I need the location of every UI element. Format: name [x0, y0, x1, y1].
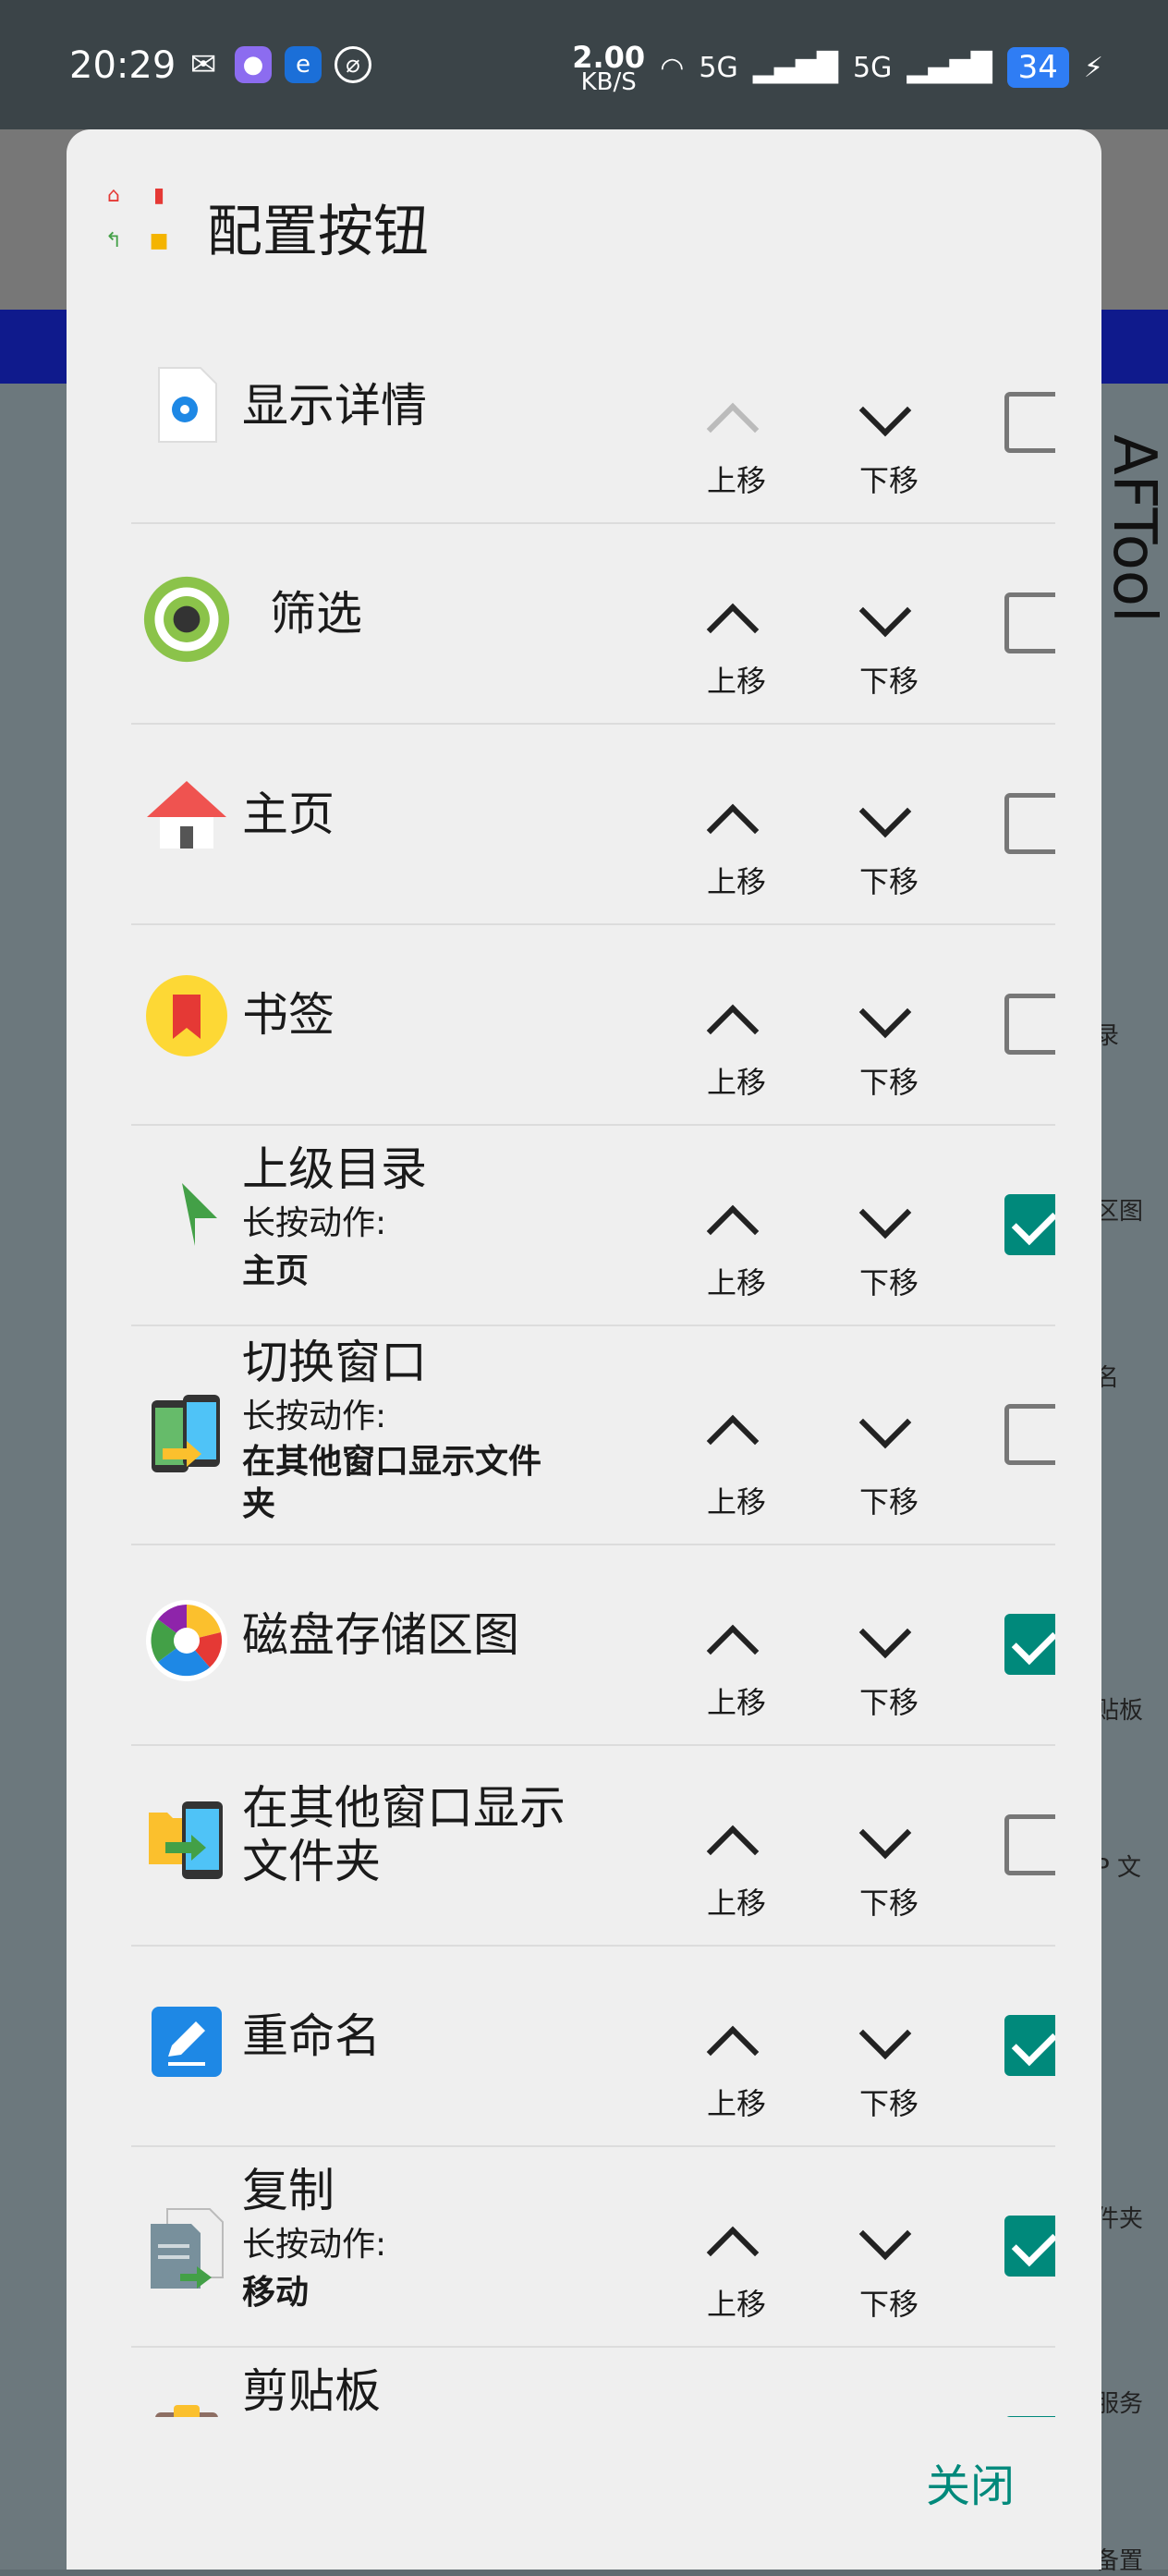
row-title: 复制 — [242, 2164, 335, 2217]
move-down-button[interactable]: 下移 — [843, 780, 935, 899]
home-icon — [142, 771, 231, 860]
move-up-button[interactable]: 上移 — [690, 2002, 783, 2121]
row-title: 筛选 — [270, 587, 362, 641]
checkbox[interactable] — [1004, 1194, 1055, 1255]
signal-5g-icon: 5G — [699, 51, 738, 84]
status-time: 20:29 — [69, 44, 176, 87]
move-up-button[interactable]: 上移 — [690, 981, 783, 1100]
move-up-button[interactable]: 上移 — [690, 1601, 783, 1720]
app-notification-icon: ● — [235, 46, 272, 83]
long-press-action: 长按动作: 在其他窗口显示文件夹 — [242, 1398, 542, 1523]
dialog-icon: ⌂ ▮ ↰ ■ — [104, 183, 169, 252]
signal-5g-icon-2: 5G — [853, 51, 893, 84]
row-title: 剪贴板 — [242, 2364, 381, 2417]
list-item: 磁盘存储区图 上移 下移 — [131, 1545, 1055, 1746]
list-item: 切换窗口 长按动作: 在其他窗口显示文件夹 上移 下移 — [131, 1326, 1055, 1545]
checkbox[interactable] — [1004, 1614, 1055, 1675]
move-down-button[interactable]: 下移 — [843, 2203, 935, 2322]
move-up-button[interactable]: 上移 — [690, 580, 783, 699]
move-down-button[interactable]: 下移 — [843, 1391, 935, 1520]
move-down-button[interactable]: 下移 — [843, 580, 935, 699]
configure-buttons-dialog: ⌂ ▮ ↰ ■ 配置按钮 显示详情 上移 下移 筛选 上移 下移 主页 上移 下… — [67, 129, 1101, 2570]
signal-bars-icon-2: ▂▄▆█ — [906, 51, 992, 84]
move-down-button[interactable]: 下移 — [843, 2002, 935, 2121]
row-title: 重命名 — [242, 2009, 381, 2063]
row-title: 显示详情 — [242, 379, 427, 433]
move-down-button[interactable]: 下移 — [843, 1181, 935, 1300]
list-item: 复制 长按动作: 移动 上移 下移 — [131, 2147, 1055, 2348]
long-press-action: 长按动作: 移动 — [242, 2226, 387, 2312]
row-title: 书签 — [242, 988, 335, 1042]
switch-window-icon — [142, 1391, 231, 1480]
checkbox[interactable] — [1004, 592, 1055, 653]
close-button[interactable]: 关闭 — [926, 2449, 1015, 2514]
list-item: 剪贴板 — [131, 2348, 1055, 2417]
copy-icon — [142, 2204, 231, 2293]
row-title: 主页 — [242, 787, 335, 841]
open-in-other-window-icon — [142, 1797, 231, 1886]
checkbox[interactable] — [1004, 1814, 1055, 1875]
move-down-button[interactable]: 下移 — [843, 379, 935, 498]
list-item: 上级目录 长按动作: 主页 上移 下移 — [131, 1126, 1055, 1326]
battery-indicator: 34 — [1006, 47, 1069, 88]
move-up-button[interactable]: 上移 — [690, 1801, 783, 1921]
status-bar: 20:29 ✉ ● e ⌀ 2.00 KB/S ◠ 5G ▂▄▆█ 5G ▂▄▆█… — [0, 0, 1168, 129]
checkbox[interactable] — [1004, 994, 1055, 1055]
checkbox[interactable] — [1004, 793, 1055, 854]
move-up-button[interactable]: 上移 — [690, 780, 783, 899]
disk-map-icon — [142, 1596, 231, 1685]
row-title: 磁盘存储区图 — [242, 1608, 519, 1662]
move-up-button[interactable]: 上移 — [690, 1391, 783, 1520]
wifi-icon: ◠ — [660, 51, 685, 84]
wechat-icon: ✉ — [189, 46, 217, 83]
dialog-title: 配置按钮 — [207, 200, 429, 264]
signal-bars-icon: ▂▄▆█ — [752, 51, 839, 84]
list-item: 显示详情 上移 下移 — [131, 324, 1055, 524]
move-up-button[interactable]: 上移 — [690, 379, 783, 498]
clipboard-icon — [142, 2399, 231, 2417]
parent-dir-icon — [142, 1181, 231, 1270]
list-item: 重命名 上移 下移 — [131, 1947, 1055, 2147]
rename-icon — [142, 1997, 231, 2086]
checkbox[interactable] — [1004, 2216, 1055, 2277]
checkbox[interactable] — [1004, 2416, 1055, 2417]
target-icon — [142, 575, 231, 664]
row-title: 切换窗口 — [242, 1336, 427, 1389]
move-up-button[interactable]: 上移 — [690, 2203, 783, 2322]
checkbox[interactable] — [1004, 1404, 1055, 1465]
list-item: 筛选 上移 下移 — [131, 524, 1055, 725]
charging-icon: ⚡ — [1083, 51, 1103, 84]
checkbox[interactable] — [1004, 2015, 1055, 2076]
list-item: 在其他窗口显示文件夹 上移 下移 — [131, 1746, 1055, 1947]
net-speed: 2.00 KB/S — [572, 40, 646, 96]
move-up-button[interactable]: 上移 — [690, 1181, 783, 1300]
list-item: 主页 上移 下移 — [131, 725, 1055, 925]
move-down-button[interactable]: 下移 — [843, 981, 935, 1100]
bookmark-icon — [142, 971, 231, 1060]
button-list: 显示详情 上移 下移 筛选 上移 下移 主页 上移 下移 书签 上移 下移 上级… — [131, 324, 1055, 2417]
row-title: 在其他窗口显示文件夹 — [242, 1781, 566, 1888]
row-title: 上级目录 — [242, 1142, 427, 1196]
info-icon — [142, 360, 231, 449]
checkbox[interactable] — [1004, 392, 1055, 453]
list-item: 书签 上移 下移 — [131, 925, 1055, 1126]
no-signal-icon: ⌀ — [335, 46, 371, 83]
long-press-action: 长按动作: 主页 — [242, 1204, 387, 1290]
move-up-button[interactable] — [690, 2403, 783, 2417]
move-down-button[interactable]: 下移 — [843, 1601, 935, 1720]
background-app-title: AFTool — [1100, 434, 1168, 623]
app-notification-icon-2: e — [285, 46, 322, 83]
move-down-button[interactable]: 下移 — [843, 1801, 935, 1921]
move-down-button[interactable] — [843, 2403, 935, 2417]
